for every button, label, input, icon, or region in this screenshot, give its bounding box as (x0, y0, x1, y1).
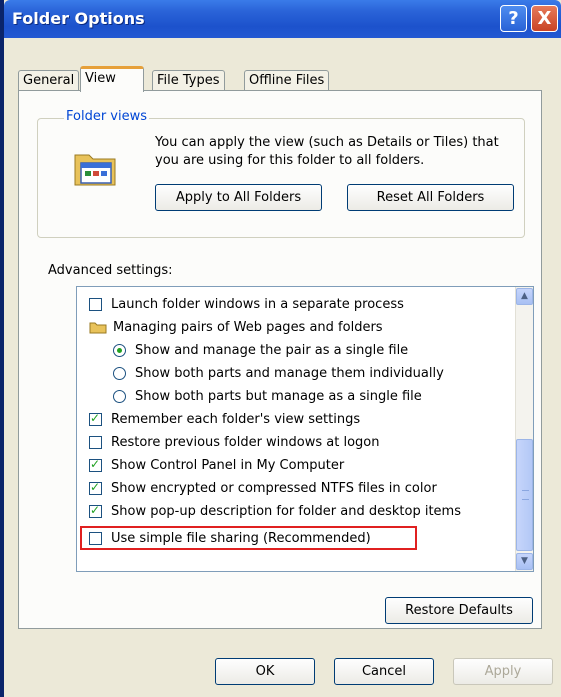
folder-views-description: You can apply the view (such as Details … (155, 135, 499, 168)
scroll-up-arrow-icon[interactable]: ▲ (516, 288, 533, 305)
scroll-thumb[interactable] (516, 439, 533, 551)
checkbox[interactable] (89, 411, 102, 426)
list-item: Managing pairs of Web pages and folders (89, 316, 383, 338)
checkbox[interactable] (89, 435, 102, 449)
folder-options-dialog: Folder Options ? X General View File Typ… (0, 0, 561, 697)
advanced-settings-label: Advanced settings: (48, 263, 173, 278)
tab-offline-files[interactable]: Offline Files (244, 70, 330, 91)
tab-general[interactable]: General (18, 70, 80, 91)
checkbox[interactable] (89, 480, 102, 495)
radio-button[interactable] (113, 389, 126, 403)
folder-views-legend: Folder views (64, 109, 150, 124)
apply-button[interactable]: Apply (453, 658, 553, 685)
list-item[interactable]: Show pop-up description for folder and d… (89, 500, 461, 522)
folder-window-icon (74, 154, 116, 186)
close-button[interactable]: X (531, 5, 558, 32)
annotation-highlight (80, 526, 417, 550)
vertical-scrollbar[interactable]: ▲ ▼ (515, 287, 533, 571)
item-label: Show Control Panel in My Computer (111, 457, 345, 473)
radio-button[interactable] (113, 366, 126, 380)
item-label: Launch folder windows in a separate proc… (111, 296, 404, 312)
apply-to-all-folders-button[interactable]: Apply to All Folders (155, 184, 322, 211)
checkbox[interactable] (89, 297, 102, 311)
radio-button[interactable] (113, 343, 126, 357)
scroll-down-arrow-icon[interactable]: ▼ (516, 553, 533, 570)
item-label: Show both parts and manage them individu… (135, 365, 444, 381)
item-label: Remember each folder's view settings (111, 411, 361, 427)
checkbox[interactable] (89, 457, 102, 472)
folder-icon (89, 322, 107, 334)
list-item[interactable]: Show and manage the pair as a single fil… (113, 339, 408, 361)
item-label: Restore previous folder windows at logon (111, 434, 380, 450)
help-button[interactable]: ? (500, 5, 527, 32)
list-item[interactable]: Show Control Panel in My Computer (89, 454, 344, 476)
item-label: Show both parts but manage as a single f… (135, 388, 422, 404)
checkbox[interactable] (89, 503, 102, 518)
item-label: Show and manage the pair as a single fil… (135, 342, 409, 358)
list-item[interactable]: Launch folder windows in a separate proc… (89, 293, 404, 315)
tab-file-types[interactable]: File Types (152, 70, 225, 91)
reset-all-folders-button[interactable]: Reset All Folders (347, 184, 514, 211)
window-title: Folder Options (12, 9, 145, 28)
ok-button[interactable]: OK (215, 658, 315, 685)
title-bar[interactable]: Folder Options ? X (4, 0, 561, 38)
grip-icon (522, 490, 529, 500)
list-item[interactable]: Show both parts and manage them individu… (113, 362, 444, 384)
cancel-button[interactable]: Cancel (334, 658, 434, 685)
item-label: Show pop-up description for folder and d… (111, 503, 461, 519)
list-item[interactable]: Show encrypted or compressed NTFS files … (89, 477, 437, 499)
list-item[interactable]: Show both parts but manage as a single f… (113, 385, 422, 407)
item-label: Managing pairs of Web pages and folders (113, 319, 383, 335)
tab-view[interactable]: View (80, 66, 144, 92)
restore-defaults-button[interactable]: Restore Defaults (385, 597, 533, 624)
item-label: Show encrypted or compressed NTFS files … (111, 480, 437, 496)
list-item[interactable]: Remember each folder's view settings (89, 408, 360, 430)
list-item[interactable]: Restore previous folder windows at logon (89, 431, 379, 453)
